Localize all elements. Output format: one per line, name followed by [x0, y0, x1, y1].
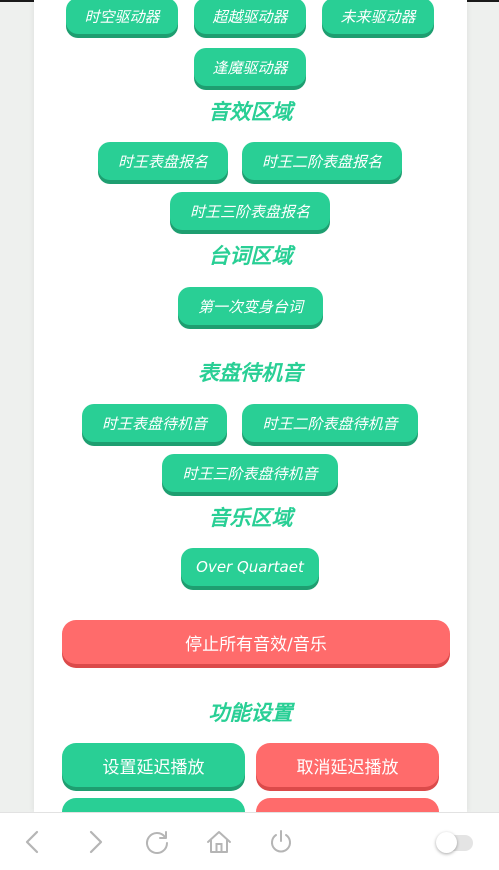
- driver-button-ohma[interactable]: 逢魔驱动器: [194, 48, 306, 86]
- settings-row2-left-button[interactable]: [62, 798, 245, 812]
- sfx-button-zio-trinity-ride[interactable]: 时王三阶表盘报名: [170, 192, 330, 230]
- toggle-knob: [436, 832, 457, 853]
- music-button-over-quartzer[interactable]: Over Quartaet: [181, 548, 319, 586]
- browser-bottom-bar: [0, 812, 499, 870]
- settings-section-heading: 功能设置: [208, 701, 293, 725]
- driver-button-chouetsu[interactable]: 超越驱动器: [194, 0, 306, 34]
- forward-icon[interactable]: [82, 829, 108, 855]
- sfx-button-zio-ii-ride[interactable]: 时王二阶表盘报名: [242, 142, 402, 180]
- driver-button-shikuu[interactable]: 时空驱动器: [66, 0, 178, 34]
- standby-button-zio-trinity[interactable]: 时王三阶表盘待机音: [162, 454, 338, 492]
- music-section-heading: 音乐区域: [208, 506, 293, 530]
- mode-toggle-switch[interactable]: [436, 832, 473, 853]
- power-icon[interactable]: [268, 829, 294, 855]
- lines-section-heading: 台词区域: [208, 244, 293, 268]
- stop-all-button[interactable]: 停止所有音效/音乐: [62, 620, 450, 664]
- driver-button-mirai[interactable]: 未来驱动器: [322, 0, 434, 34]
- standby-section-heading: 表盘待机音: [198, 361, 303, 385]
- line-button-first-henshin[interactable]: 第一次变身台词: [178, 287, 323, 325]
- main-content-card: 时空驱动器 超越驱动器 未来驱动器 逢魔驱动器 音效区域 时王表盘报名 时王二阶…: [34, 0, 467, 812]
- cancel-delay-button[interactable]: 取消延迟播放: [256, 743, 439, 787]
- back-icon[interactable]: [20, 829, 46, 855]
- refresh-icon[interactable]: [144, 829, 170, 855]
- standby-button-zio-ii[interactable]: 时王二阶表盘待机音: [242, 404, 418, 442]
- sfx-button-zio-ride[interactable]: 时王表盘报名: [98, 142, 228, 180]
- standby-button-zio[interactable]: 时王表盘待机音: [82, 404, 227, 442]
- settings-row2-right-button[interactable]: [256, 798, 439, 812]
- home-icon[interactable]: [206, 829, 232, 855]
- sfx-section-heading: 音效区域: [208, 100, 293, 124]
- set-delay-button[interactable]: 设置延迟播放: [62, 743, 245, 787]
